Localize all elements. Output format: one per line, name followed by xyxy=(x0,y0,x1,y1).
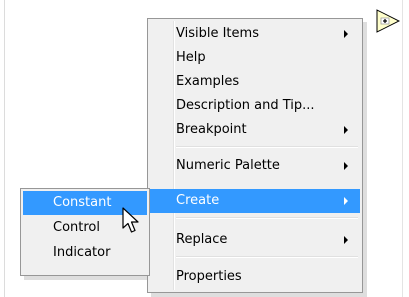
menu-item-label: Numeric Palette xyxy=(176,158,280,173)
menu-item-create[interactable]: Create xyxy=(150,189,360,213)
submenu-arrow-icon xyxy=(344,30,348,38)
context-menu: Visible Items Help Examples Description … xyxy=(147,18,363,293)
submenu-item-constant[interactable]: Constant xyxy=(23,191,147,215)
submenu-arrow-icon xyxy=(344,126,348,134)
menu-item-visible-items[interactable]: Visible Items xyxy=(150,22,360,46)
submenu-item-indicator[interactable]: Indicator xyxy=(23,241,147,265)
menu-item-label: Breakpoint xyxy=(176,122,247,137)
menu-separator xyxy=(176,217,358,219)
plus-triangle-icon xyxy=(376,9,401,33)
menu-separator xyxy=(176,256,358,258)
menu-item-properties[interactable]: Properties xyxy=(150,265,360,289)
menu-item-numeric-palette[interactable]: Numeric Palette xyxy=(150,154,360,178)
menu-item-label: Examples xyxy=(176,74,240,89)
menu-item-label: Description and Tip... xyxy=(176,98,315,113)
right-frame-line xyxy=(402,0,403,297)
submenu-arrow-icon xyxy=(344,236,348,244)
menu-item-label: Help xyxy=(176,50,206,65)
menu-item-label: Visible Items xyxy=(176,26,259,41)
menu-separator xyxy=(176,146,358,148)
submenu-item-label: Constant xyxy=(53,195,112,210)
submenu-item-label: Control xyxy=(53,220,100,235)
menu-item-examples[interactable]: Examples xyxy=(150,70,360,94)
menu-item-label: Replace xyxy=(176,232,228,247)
menu-item-description-and-tip[interactable]: Description and Tip... xyxy=(150,94,360,118)
submenu-arrow-icon xyxy=(344,162,348,170)
submenu-item-control[interactable]: Control xyxy=(23,216,147,240)
menu-item-label: Properties xyxy=(176,269,242,284)
menu-item-breakpoint[interactable]: Breakpoint xyxy=(150,118,360,142)
left-frame-line xyxy=(4,0,5,297)
submenu-arrow-icon xyxy=(344,197,348,205)
menu-item-label: Create xyxy=(176,193,220,208)
add-function-node[interactable] xyxy=(376,9,401,33)
menu-item-help[interactable]: Help xyxy=(150,46,360,70)
menu-item-replace[interactable]: Replace xyxy=(150,228,360,252)
create-submenu: Constant Control Indicator xyxy=(20,188,150,276)
submenu-item-label: Indicator xyxy=(53,245,111,260)
